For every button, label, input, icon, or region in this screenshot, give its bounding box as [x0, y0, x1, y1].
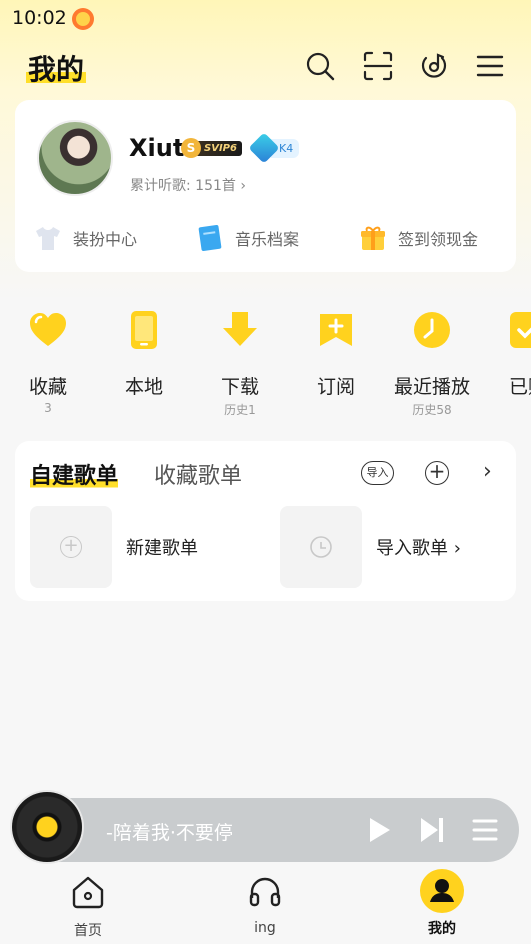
shortcut-label: 本地: [124, 376, 163, 398]
vip-label: SVIP6: [195, 140, 242, 156]
phone-icon: [131, 311, 157, 349]
diamond-icon: [248, 132, 280, 164]
tab-ing[interactable]: ing: [225, 868, 305, 936]
import-playlist-label: 导入歌单 ›: [376, 538, 461, 559]
download-icon: [223, 312, 257, 346]
shortcut-local[interactable]: 本地: [96, 310, 192, 417]
purchased-icon: [510, 312, 531, 348]
import-button[interactable]: 导入: [361, 461, 394, 485]
tab-profile[interactable]: 我的: [402, 868, 482, 938]
shortcut-recent[interactable]: 最近播放 历史58: [384, 310, 480, 417]
playlist-card: 自建歌单 收藏歌单 导入 + › + 新建歌单 导入歌单 ›: [15, 441, 516, 601]
page-title: 我的: [26, 48, 87, 88]
listen-count[interactable]: 累计听歌: 151首 ›: [130, 175, 246, 195]
shortcut-row: 收藏 3 本地 下载 历史1 订阅 最近播放 历史58 已购: [0, 310, 531, 420]
shortcut-label: 已购: [508, 376, 531, 398]
import-playlist-thumb: [280, 506, 362, 588]
shortcut-label: 收藏: [28, 376, 67, 398]
profile-icon: [420, 869, 464, 913]
profile-link-label: 装扮中心: [73, 230, 138, 249]
album-disc[interactable]: [12, 792, 82, 862]
bottom-tabbar: 首页 ing 我的: [0, 868, 531, 944]
tab-fav-playlists[interactable]: 收藏歌单: [154, 458, 242, 490]
new-playlist-thumb: +: [30, 506, 112, 588]
playlist-queue-icon[interactable]: [469, 814, 501, 846]
mini-player[interactable]: -陪着我·不要停: [12, 792, 519, 862]
tab-label: ing: [254, 920, 276, 936]
profile-link-label: 音乐档案: [235, 230, 300, 249]
plus-icon: +: [60, 536, 82, 558]
next-icon[interactable]: [416, 814, 448, 846]
status-time: 10:02: [12, 7, 67, 29]
music-book-icon: [198, 224, 222, 252]
profile-link-dressup[interactable]: 装扮中心: [33, 220, 137, 256]
shirt-icon: [36, 227, 60, 250]
tab-home[interactable]: 首页: [48, 868, 128, 940]
gift-icon: [361, 226, 385, 250]
scan-icon[interactable]: [362, 50, 394, 82]
vip-badge[interactable]: S SVIP6: [181, 136, 245, 160]
tab-own-playlists[interactable]: 自建歌单: [30, 458, 119, 490]
shortcut-subscribe[interactable]: 订阅: [288, 310, 384, 417]
search-icon[interactable]: [304, 50, 336, 82]
shortcut-download[interactable]: 下载 历史1: [192, 310, 288, 417]
clock-icon: [414, 312, 450, 348]
app-notification-icon: [72, 8, 94, 30]
heart-icon: [30, 313, 66, 346]
shortcut-sub: [288, 401, 384, 417]
import-icon: [310, 536, 332, 558]
new-playlist-label: 新建歌单: [126, 538, 198, 559]
vip-tier: S: [181, 138, 201, 158]
shortcut-sub: 历史1: [224, 403, 256, 417]
add-playlist-button[interactable]: +: [425, 461, 449, 485]
shortcut-label: 订阅: [316, 376, 355, 398]
music-recognize-icon[interactable]: [418, 50, 450, 82]
header: 我的: [0, 40, 531, 96]
shortcut-sub: 历史58: [412, 403, 452, 417]
menu-icon[interactable]: [474, 50, 506, 82]
shortcut-label: 下载: [220, 376, 259, 398]
tab-label: 我的: [428, 921, 456, 937]
new-playlist-item[interactable]: + 新建歌单: [30, 506, 198, 588]
shortcut-label: 最近播放: [393, 376, 470, 398]
play-icon[interactable]: [362, 814, 394, 846]
profile-links: 装扮中心 音乐档案 签到领现金: [15, 220, 516, 256]
subscribe-icon: [320, 314, 352, 346]
shortcut-purchased[interactable]: 已购: [480, 310, 531, 417]
status-bar: 10:02: [0, 0, 531, 38]
shortcut-sub: 3: [44, 401, 52, 415]
now-playing-title: -陪着我·不要停: [106, 822, 233, 844]
shortcut-sub: [480, 401, 531, 417]
home-icon: [72, 876, 104, 909]
profile-card: Xiut S SVIP6 K4 累计听歌: 151首 › 装扮中心 音乐档案 签…: [15, 100, 516, 272]
tab-label: 首页: [74, 923, 102, 939]
username[interactable]: Xiut: [129, 134, 184, 162]
headphones-icon: [249, 877, 281, 907]
profile-link-music-archive[interactable]: 音乐档案: [195, 220, 299, 256]
profile-link-checkin[interactable]: 签到领现金: [358, 220, 478, 256]
chevron-right-icon[interactable]: ›: [483, 459, 492, 484]
shortcut-favorites[interactable]: 收藏 3: [0, 310, 96, 417]
level-badge[interactable]: K4: [248, 132, 300, 164]
import-playlist-item[interactable]: 导入歌单 ›: [280, 506, 461, 588]
shortcut-sub: [96, 401, 192, 417]
avatar[interactable]: [37, 120, 113, 196]
profile-link-label: 签到领现金: [398, 230, 479, 249]
